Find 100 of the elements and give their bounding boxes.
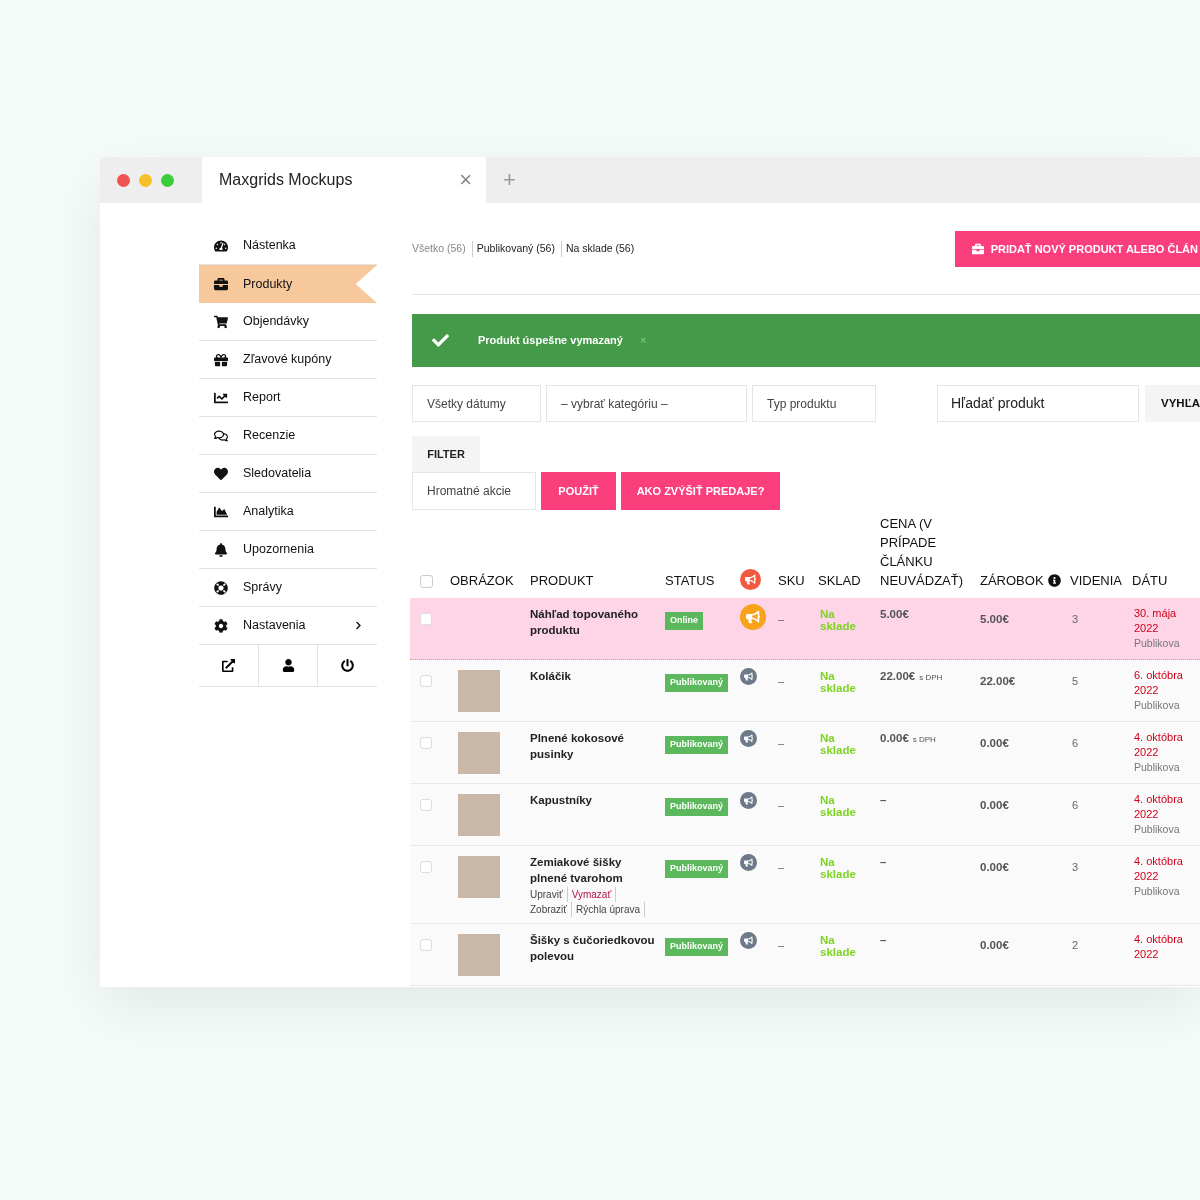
- publish-date: 4. októbra 2022: [1134, 854, 1184, 884]
- sidebar-item[interactable]: Upozornenia: [199, 531, 377, 569]
- photo-placeholder: [458, 670, 500, 712]
- sku-value: –: [778, 613, 785, 625]
- megaphone-icon[interactable]: [740, 854, 757, 871]
- price-value: 5.00€: [880, 608, 909, 620]
- column-header: DÁTU: [1132, 571, 1168, 590]
- row-checkbox[interactable]: [420, 675, 432, 687]
- column-header: SKU: [778, 571, 805, 590]
- stock-status: Na sklade: [820, 670, 857, 694]
- row-action-link[interactable]: Upraviť: [530, 887, 568, 902]
- product-name[interactable]: Koláčik: [530, 668, 661, 684]
- earnings-value: 5.00€: [980, 613, 1009, 625]
- filter-link[interactable]: Publikovaný (56): [471, 241, 555, 257]
- browser-tab[interactable]: Maxgrids Mockups ×: [202, 157, 486, 203]
- megaphone-icon[interactable]: [740, 668, 757, 685]
- views-count: 3: [1072, 861, 1079, 873]
- minimize-window-icon[interactable]: [139, 173, 152, 187]
- status-badge: Publikovaný: [665, 860, 728, 878]
- megaphone-icon[interactable]: [740, 792, 757, 809]
- search-button[interactable]: VYHĽA: [1145, 385, 1200, 422]
- row-checkbox[interactable]: [420, 799, 432, 811]
- stock-status: Na sklade: [820, 794, 857, 818]
- column-header: PRODUKT: [530, 571, 594, 590]
- sidebar-item[interactable]: Objendávky: [199, 303, 377, 341]
- views-count: 5: [1072, 675, 1079, 687]
- sku-value: –: [778, 799, 785, 811]
- sidebar-item[interactable]: Report: [199, 379, 377, 417]
- product-name[interactable]: Kapustníky: [530, 792, 661, 808]
- publish-status: Publikova: [1134, 636, 1181, 651]
- status-badge: Publikovaný: [665, 674, 728, 692]
- table-row[interactable]: Náhľad topovaného produktu Online – Na sklade 5.00€ 5.00€ 3 30. mája 2022 Publikova: [410, 598, 1200, 660]
- filter-link[interactable]: Na sklade (56): [560, 241, 635, 257]
- row-action-link[interactable]: Vymazať: [571, 887, 617, 902]
- column-header: OBRÁZOK: [450, 571, 514, 590]
- publish-date: 30. mája 2022: [1134, 606, 1178, 636]
- row-checkbox[interactable]: [420, 861, 432, 873]
- category-select[interactable]: – vybrať kategóriu –: [546, 385, 747, 422]
- briefcase-icon: [214, 277, 228, 291]
- product-name[interactable]: Zemiakové šišky plnené tvarohom: [530, 854, 661, 886]
- price-value: –: [880, 794, 887, 806]
- product-name[interactable]: Plnené kokosové pusinky: [530, 730, 661, 762]
- cart-icon: [214, 314, 228, 329]
- user-icon[interactable]: [281, 659, 295, 672]
- status-badge: Publikovaný: [665, 798, 728, 816]
- life-ring-icon: [214, 580, 228, 595]
- tab-close-button[interactable]: ×: [459, 169, 472, 191]
- sidebar-item[interactable]: Zľavové kupóny: [199, 341, 377, 379]
- select-all-checkbox[interactable]: [420, 575, 433, 588]
- power-icon[interactable]: [341, 659, 355, 672]
- stock-status: Na sklade: [820, 732, 857, 756]
- earnings-value: 0.00€: [980, 799, 1009, 811]
- filter-link[interactable]: Všetko (56): [412, 241, 466, 257]
- publish-date: 4. októbra 2022: [1134, 792, 1184, 822]
- stock-status: Na sklade: [820, 856, 857, 880]
- filter-button[interactable]: FILTER: [412, 436, 480, 472]
- gift-icon: [214, 352, 228, 367]
- sidebar-item[interactable]: Produkty: [199, 265, 377, 303]
- column-header: VIDENIA: [1070, 571, 1122, 590]
- sidebar-item[interactable]: Recenzie: [199, 417, 377, 455]
- megaphone-icon[interactable]: [740, 730, 757, 747]
- maximize-window-icon[interactable]: [161, 173, 174, 187]
- sidebar-item[interactable]: Sledovatelia: [199, 455, 377, 493]
- row-checkbox[interactable]: [420, 939, 432, 951]
- sku-value: –: [778, 939, 785, 951]
- sku-value: –: [778, 675, 785, 687]
- checkmark-icon: [432, 332, 449, 349]
- row-checkbox[interactable]: [420, 613, 432, 625]
- product-type-select[interactable]: Typ produktu: [752, 385, 876, 422]
- price-value: 0.00€: [880, 732, 909, 744]
- bulk-actions-field[interactable]: Hromatné akcie: [412, 472, 536, 510]
- table-row[interactable]: Kapustníky Publikovaný – Na sklade – 0.00€ 6 4. októbra 2022 Publikova: [410, 784, 1200, 846]
- megaphone-icon[interactable]: [740, 932, 757, 949]
- table-row[interactable]: Koláčik Publikovaný – Na sklade 22.00€ s DPH 22.00€ 5 6. októbra 2022 Publikova: [410, 660, 1200, 722]
- external-link-icon[interactable]: [221, 659, 235, 672]
- briefcase-icon: [971, 243, 984, 255]
- row-checkbox[interactable]: [420, 737, 432, 749]
- publish-status: Publikova: [1134, 760, 1181, 775]
- comments-icon: [214, 428, 228, 443]
- views-count: 6: [1072, 799, 1079, 811]
- table-row[interactable]: Plnené kokosové pusinky Publikovaný – Na sklade 0.00€ s DPH 0.00€ 6 4. októbra 2022 Publikova: [410, 722, 1200, 784]
- search-field[interactable]: Hľadať produkt: [937, 385, 1139, 422]
- table-row[interactable]: Zemiakové šišky plnené tvarohom Upraviť Vymazať Zobraziť Rýchla úprava Publikovaný – Na sklade – 0.00€ 3 4. októbra 2022 Publikova: [410, 846, 1200, 924]
- row-action-link[interactable]: Rýchla úprava: [576, 902, 646, 917]
- sidebar-item[interactable]: Analytika: [199, 493, 377, 531]
- views-count: 3: [1072, 613, 1079, 625]
- close-window-icon[interactable]: [117, 173, 130, 187]
- table-row[interactable]: Šišky s čučoriedkovou polevou Publikovaný – Na sklade – 0.00€ 2 4. októbra 2022: [410, 924, 1200, 986]
- date-select[interactable]: Všetky dátumy: [412, 385, 541, 422]
- sidebar-item[interactable]: Nastavenia: [199, 607, 377, 645]
- product-name[interactable]: Šišky s čučoriedkovou polevou: [530, 932, 661, 964]
- sidebar-item[interactable]: Správy: [199, 569, 377, 607]
- stock-status: Na sklade: [820, 934, 857, 958]
- row-action-link[interactable]: Zobraziť: [530, 902, 573, 917]
- sku-value: –: [778, 861, 785, 873]
- line-chart-icon: [214, 390, 228, 405]
- photo-placeholder: [458, 856, 500, 898]
- product-name[interactable]: Náhľad topovaného produktu: [530, 606, 661, 638]
- megaphone-icon[interactable]: [740, 604, 766, 630]
- earnings-value: 0.00€: [980, 939, 1009, 951]
